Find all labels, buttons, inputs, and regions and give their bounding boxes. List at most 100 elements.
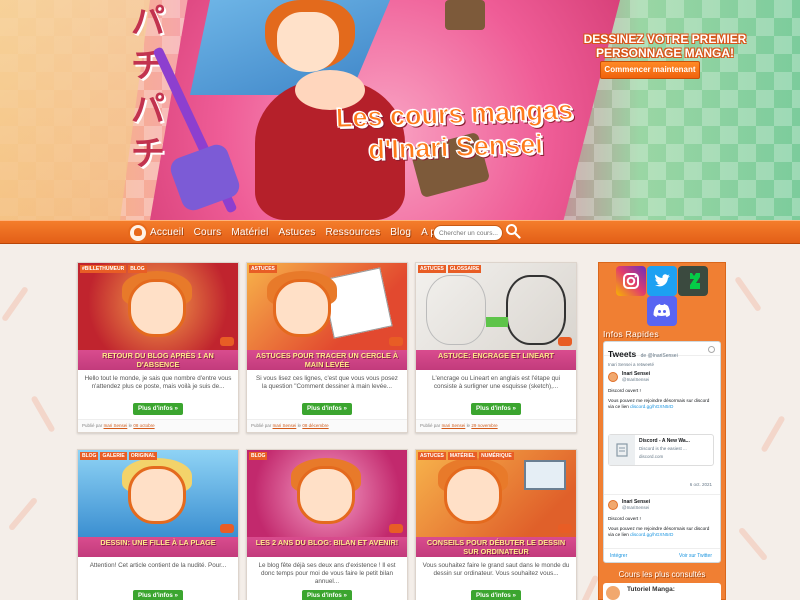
comment-icon (220, 337, 234, 346)
sidebar: Infos Rapides Tweets de @InariSensei Ina… (598, 262, 726, 600)
course-thumbnail (606, 586, 620, 600)
read-more-button[interactable]: Plus d'infos » (302, 590, 352, 600)
post-card: ASTUCES Astuces pour tracer un cercle à … (246, 262, 408, 433)
deviantart-icon[interactable] (678, 266, 708, 296)
post-author-link[interactable]: Inari Sensei (442, 423, 466, 428)
read-more-button[interactable]: Plus d'infos » (302, 403, 352, 415)
popular-course-label: Tutoriel Manga: (627, 586, 675, 593)
main-nav: Accueil Cours Matériel Astuces Ressource… (0, 220, 800, 244)
search-icon[interactable] (505, 223, 521, 239)
post-card: BLOG GALERIE ORIGINAL Dessin: Une fille … (77, 449, 239, 600)
post-tag[interactable]: #BILLETHUMEUR (80, 265, 127, 273)
twitter-timeline: Tweets de @InariSensei Inari Sensei a re… (603, 341, 721, 563)
post-card: BLOG Les 2 ans du blog: bilan et avenir!… (246, 449, 408, 600)
post-tag[interactable]: ASTUCES (418, 265, 446, 273)
site-logo-icon[interactable] (128, 223, 148, 243)
link-preview-card[interactable]: Discord - A New Wa... Discord is the eas… (608, 434, 714, 466)
comment-icon (220, 524, 234, 533)
post-card: ASTUCES GLOSSAIRE Astuce: Encrage et Lin… (415, 262, 577, 433)
tweet-text: Discord ouvert ! Vous pouvez me rejoindr… (608, 516, 710, 537)
tweet-date[interactable]: 6 oct. 2021 (690, 482, 712, 487)
discord-icon[interactable] (647, 296, 677, 326)
post-title[interactable]: Les 2 ans du blog: bilan et avenir! (247, 537, 407, 557)
post-title[interactable]: Astuce: Encrage et Lineart (416, 350, 576, 370)
post-excerpt: L'encrage ou Lineart en anglais est l'ét… (431, 375, 561, 390)
post-excerpt: Hello tout le monde, je sais que nombre … (84, 375, 232, 390)
post-date-link[interactable]: 29 novembre (471, 423, 497, 428)
post-tag[interactable]: BLOG (249, 452, 268, 460)
nav-item-cours[interactable]: Cours (194, 224, 222, 241)
search-input[interactable] (433, 225, 503, 241)
post-thumbnail[interactable]: ASTUCES (247, 263, 407, 350)
post-date-link[interactable]: 08 octobre (133, 423, 154, 428)
nav-items: Accueil Cours Matériel Astuces Ressource… (150, 224, 462, 241)
post-thumbnail[interactable]: ASTUCES GLOSSAIRE (416, 263, 576, 350)
post-thumbnail[interactable]: ASTUCES MATÉRIEL NUMÉRIQUE (416, 450, 576, 537)
post-author-link[interactable]: Inari Sensei (273, 423, 297, 428)
post-title[interactable]: Conseils pour débuter le dessin sur ordi… (416, 537, 576, 557)
hero-title: Les cours mangas d'Inari Sensei (335, 94, 574, 166)
post-card: #BILLETHUMEUR BLOG Retour du blog après … (77, 262, 239, 433)
post-thumbnail[interactable]: #BILLETHUMEUR BLOG (78, 263, 238, 350)
quick-info-heading: Infos Rapides (603, 329, 659, 339)
info-icon[interactable] (708, 346, 715, 353)
tweet-link[interactable]: discord.gg/hGXN5rD (630, 532, 673, 537)
retweet-label: Inari Sensei a retweeté (608, 362, 655, 367)
read-more-button[interactable]: Plus d'infos » (133, 590, 183, 600)
post-card: ASTUCES MATÉRIEL NUMÉRIQUE Conseils pour… (415, 449, 577, 600)
post-author-link[interactable]: Inari Sensei (104, 423, 128, 428)
post-tag[interactable]: MATÉRIEL (447, 452, 478, 460)
post-meta: Publié par Inari Sensei le 29 novembre (416, 419, 576, 432)
avatar[interactable] (608, 372, 618, 382)
comment-icon (389, 524, 403, 533)
post-thumbnail[interactable]: BLOG GALERIE ORIGINAL (78, 450, 238, 537)
post-tag[interactable]: NUMÉRIQUE (479, 452, 514, 460)
start-now-button[interactable]: Commencer maintenant (600, 61, 700, 79)
post-title[interactable]: Retour du blog après 1 an d'absence (78, 350, 238, 370)
popular-course-item[interactable]: Tutoriel Manga: (603, 583, 721, 600)
instagram-icon[interactable] (616, 266, 646, 296)
popular-courses-heading: Cours les plus consultés (618, 570, 706, 579)
post-meta: Publié par Inari Sensei le 08 décembre (247, 419, 407, 432)
hero-banner: パチパチ Les cours mangas d'Inari Sensei DES… (0, 0, 800, 220)
hero-hammer-illustration (445, 0, 485, 30)
tweet-author-handle[interactable]: @InariSensei (622, 377, 649, 382)
post-excerpt: Le blog fête déjà ses deux ans d'existen… (258, 562, 396, 585)
post-tag[interactable]: GALERIE (100, 452, 127, 460)
tweet-author-handle[interactable]: @InariSensei (622, 505, 649, 510)
nav-item-blog[interactable]: Blog (390, 224, 411, 241)
read-more-button[interactable]: Plus d'infos » (471, 590, 521, 600)
nav-item-astuces[interactable]: Astuces (279, 224, 316, 241)
document-icon (609, 435, 635, 465)
view-on-twitter-link[interactable]: Voir sur Twitter (679, 553, 712, 559)
post-date-link[interactable]: 08 décembre (302, 423, 328, 428)
post-excerpt: Attention! Cet article contient de la nu… (89, 562, 227, 569)
post-excerpt: Vous souhaitez faire le grand saut dans … (422, 562, 570, 577)
nav-item-ressources[interactable]: Ressources (325, 224, 380, 241)
post-meta: Publié par Inari Sensei le 08 octobre (78, 419, 238, 432)
tweets-by-link[interactable]: de @InariSensei (641, 353, 678, 359)
twitter-icon[interactable] (647, 266, 677, 296)
post-tag[interactable]: ASTUCES (249, 265, 277, 273)
post-title[interactable]: Astuces pour tracer un cercle à main lev… (247, 350, 407, 370)
post-tag[interactable]: ASTUCES (418, 452, 446, 460)
nav-item-materiel[interactable]: Matériel (231, 224, 268, 241)
post-tag[interactable]: GLOSSAIRE (447, 265, 482, 273)
hero-cta-text: DESSINEZ VOTRE PREMIER PERSONNAGE MANGA! (583, 32, 747, 60)
read-more-button[interactable]: Plus d'infos » (471, 403, 521, 415)
post-tag[interactable]: ORIGINAL (128, 452, 158, 460)
post-tag[interactable]: BLOG (80, 452, 99, 460)
comment-icon (558, 524, 572, 533)
comment-icon (558, 337, 572, 346)
post-thumbnail[interactable]: BLOG (247, 450, 407, 537)
post-title[interactable]: Dessin: Une fille à la plage (78, 537, 238, 557)
tweets-footer: Intégrer Voir sur Twitter (604, 548, 720, 562)
avatar[interactable] (608, 500, 618, 510)
comment-icon (389, 337, 403, 346)
tweet-text: Discord ouvert ! Vous pouvez me rejoindr… (608, 388, 710, 409)
nav-item-accueil[interactable]: Accueil (150, 224, 184, 241)
embed-link[interactable]: Intégrer (610, 553, 627, 559)
read-more-button[interactable]: Plus d'infos » (133, 403, 183, 415)
post-tag[interactable]: BLOG (128, 265, 147, 273)
tweet-link[interactable]: discord.gg/hGXN5rD (630, 404, 673, 409)
